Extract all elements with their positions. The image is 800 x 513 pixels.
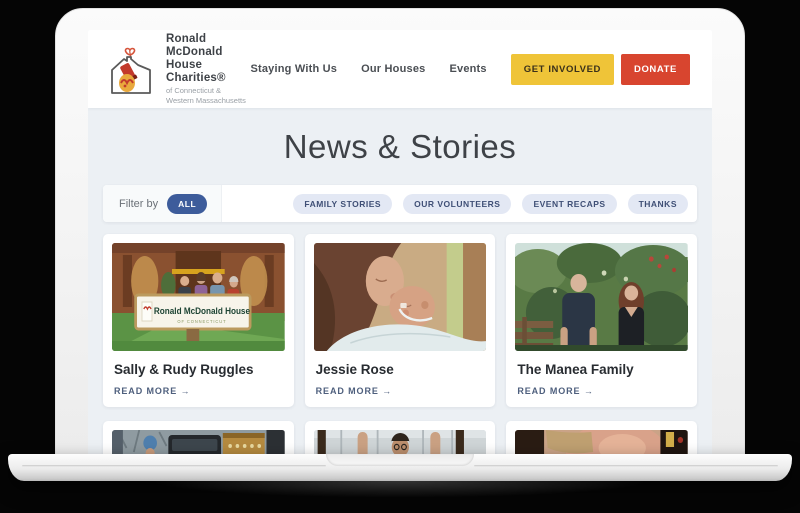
story-photo-jessie-rose[interactable]	[313, 243, 487, 351]
laptop-base-seam-left	[22, 465, 326, 467]
story-photo-manea-family[interactable]	[515, 243, 688, 351]
laptop-screen: Ronald McDonald House Charities® of Conn…	[88, 30, 712, 456]
filter-options: FAMILY STORIES OUR VOLUNTEERS EVENT RECA…	[222, 193, 697, 214]
filter-pill-family-stories[interactable]: FAMILY STORIES	[293, 193, 393, 214]
read-more-link[interactable]: READ MORE →	[114, 386, 283, 396]
rmhc-logo-text: Ronald McDonald House Charities® of Conn…	[166, 33, 250, 105]
story-card-ruggles[interactable]: Ronald McDonald House OF CONNECTICUT Sal…	[103, 234, 294, 407]
story-photo-partial-1[interactable]	[112, 430, 285, 456]
filter-by-section: Filter by ALL	[103, 185, 223, 222]
filter-by-label: Filter by	[119, 197, 159, 210]
story-card-partial-3[interactable]	[506, 421, 697, 456]
story-title: Jessie Rose	[315, 362, 394, 377]
story-photo-partial-3[interactable]	[515, 430, 688, 456]
read-more-link[interactable]: READ MORE →	[517, 386, 686, 396]
logo-line-1: Ronald McDonald	[166, 33, 223, 58]
rmhc-website: Ronald McDonald House Charities® of Conn…	[88, 30, 712, 456]
nav-events[interactable]: Events	[449, 63, 486, 75]
laptop-base-seam-right	[474, 465, 778, 467]
story-card-partial-2[interactable]	[304, 421, 496, 456]
story-card-partial-1[interactable]	[103, 421, 294, 456]
laptop-shadow	[70, 481, 730, 503]
main-nav: Staying With Us Our Houses Events GET IN…	[250, 53, 690, 85]
page-title: News & Stories	[283, 128, 517, 165]
get-involved-button[interactable]: GET INVOLVED	[510, 53, 614, 85]
logo-line-4: Western Massachusetts	[166, 96, 246, 105]
site-header: Ronald McDonald House Charities® of Conn…	[88, 30, 712, 108]
logo-line-2: House Charities®	[166, 59, 226, 84]
filter-pill-our-volunteers[interactable]: OUR VOLUNTEERS	[403, 193, 512, 214]
donate-button[interactable]: DONATE	[620, 53, 690, 85]
filter-pill-thanks[interactable]: THANKS	[627, 193, 688, 214]
story-photo-partial-2[interactable]	[313, 430, 487, 456]
story-title: Sally & Rudy Ruggles	[114, 362, 254, 377]
laptop-base-notch	[326, 454, 474, 466]
filter-pill-all[interactable]: ALL	[167, 193, 208, 214]
story-card-manea-family[interactable]: The Manea Family READ MORE →	[506, 234, 697, 407]
nav-our-houses[interactable]: Our Houses	[361, 63, 425, 75]
rmh-sign-subtext: OF CONNECTICUT	[177, 319, 226, 324]
laptop-base	[8, 454, 792, 481]
rmhc-logo[interactable]: Ronald McDonald House Charities® of Conn…	[104, 33, 250, 105]
story-title: The Manea Family	[517, 362, 634, 377]
rmh-sign-text: Ronald McDonald House	[154, 306, 250, 316]
story-photo-ruggles[interactable]: Ronald McDonald House OF CONNECTICUT	[112, 243, 285, 351]
logo-line-3: of Connecticut &	[166, 86, 222, 95]
story-card-jessie-rose[interactable]: Jessie Rose READ MORE →	[304, 234, 496, 407]
laptop-mockup: Ronald McDonald House Charities® of Conn…	[0, 0, 800, 513]
story-cards-row-2	[103, 421, 697, 456]
story-cards-row-1: Ronald McDonald House OF CONNECTICUT Sal…	[103, 234, 697, 407]
filter-pill-event-recaps[interactable]: EVENT RECAPS	[522, 193, 617, 214]
filter-bar: Filter by ALL FAMILY STORIES OUR VOLUNTE…	[103, 185, 697, 222]
laptop-bezel: Ronald McDonald House Charities® of Conn…	[55, 8, 745, 456]
rmhc-house-heart-icon	[104, 43, 158, 95]
read-more-link[interactable]: READ MORE →	[316, 386, 485, 396]
nav-staying-with-us[interactable]: Staying With Us	[250, 63, 337, 75]
